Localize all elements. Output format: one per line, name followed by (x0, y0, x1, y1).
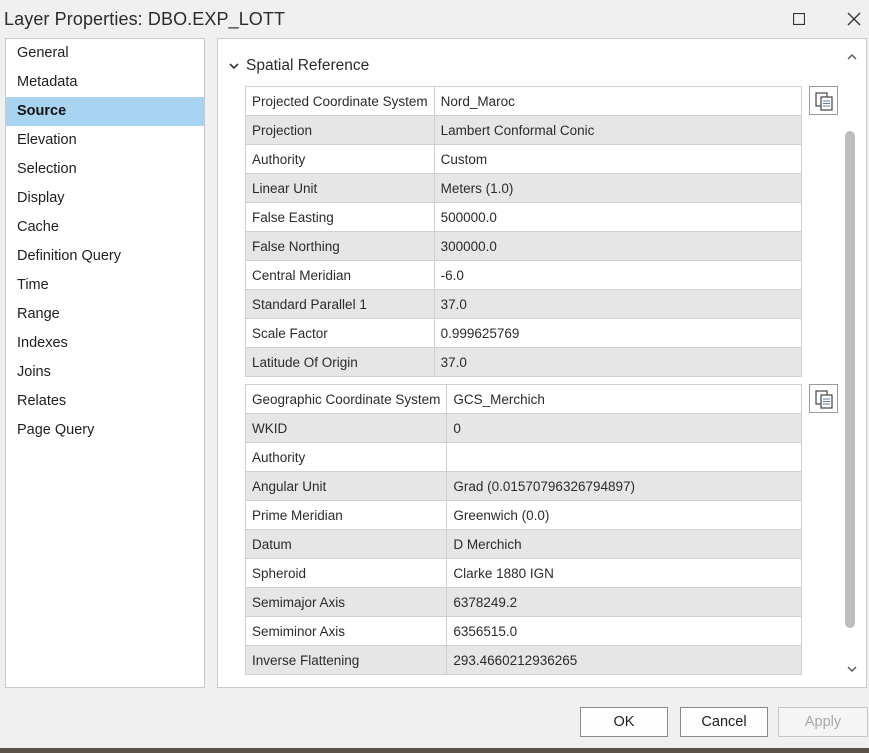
table-row: Inverse Flattening 293.4660212936265 (244, 645, 802, 675)
property-name: Latitude Of Origin (245, 347, 435, 377)
sidebar-item-definition-query[interactable]: Definition Query (6, 242, 204, 271)
property-name: Linear Unit (245, 173, 435, 203)
copy-icon (814, 389, 833, 409)
copy-icon (814, 91, 833, 111)
property-name: Authority (245, 144, 435, 174)
property-value[interactable]: Clarke 1880 IGN (446, 558, 802, 588)
table-row: Semiminor Axis 6356515.0 (244, 616, 802, 646)
property-name: WKID (244, 413, 448, 443)
property-name: Projection (245, 115, 435, 145)
sidebar-item-general[interactable]: General (6, 39, 204, 68)
copy-projected-button[interactable] (809, 86, 838, 115)
sidebar-item-display[interactable]: Display (6, 184, 204, 213)
property-value[interactable]: 0.999625769 (433, 318, 803, 348)
property-value[interactable]: 0 (446, 413, 802, 443)
property-value[interactable]: D Merchich (446, 529, 802, 559)
property-name: Authority (244, 442, 448, 472)
table-row: WKID 0 (244, 413, 802, 443)
sidebar-item-range[interactable]: Range (6, 300, 204, 329)
projected-coordinate-system-table: Projected Coordinate System Nord_Maroc Pr… (245, 86, 803, 377)
window-title: Layer Properties: DBO.EXP_LOTT (4, 9, 286, 29)
table-row: Spheroid Clarke 1880 IGN (244, 558, 802, 588)
source-panel: Spatial Reference Projected Coordinate S… (217, 38, 867, 688)
property-name: Prime Meridian (244, 500, 448, 530)
table-row: Geographic Coordinate System GCS_Merchich (244, 384, 802, 414)
property-value[interactable]: 37.0 (433, 289, 803, 319)
table-row: Angular Unit Grad (0.01570796326794897) (244, 471, 802, 501)
table-row: Projection Lambert Conformal Conic (245, 115, 803, 145)
property-value[interactable]: 6356515.0 (446, 616, 802, 646)
table-row: Authority (244, 442, 802, 472)
property-name: Angular Unit (244, 471, 448, 501)
background-strip (0, 748, 869, 753)
vertical-scrollbar[interactable] (838, 39, 866, 687)
property-value[interactable]: Greenwich (0.0) (446, 500, 802, 530)
table-row: False Northing 300000.0 (245, 231, 803, 261)
sidebar-item-source[interactable]: Source (6, 97, 204, 126)
apply-button[interactable]: Apply (778, 707, 868, 737)
spatial-reference-header[interactable]: Spatial Reference (228, 57, 369, 75)
table-row: Semimajor Axis 6378249.2 (244, 587, 802, 617)
table-row: Projected Coordinate System Nord_Maroc (245, 86, 803, 116)
property-value[interactable]: Lambert Conformal Conic (433, 115, 803, 145)
sidebar-item-selection[interactable]: Selection (6, 155, 204, 184)
close-icon (847, 12, 861, 26)
property-name: Standard Parallel 1 (245, 289, 435, 319)
sidebar-item-joins[interactable]: Joins (6, 358, 204, 387)
property-value[interactable]: 500000.0 (433, 202, 803, 232)
sidebar-item-cache[interactable]: Cache (6, 213, 204, 242)
table-row: Scale Factor 0.999625769 (245, 318, 803, 348)
chevron-down-icon[interactable] (846, 663, 858, 675)
property-name: Inverse Flattening (244, 645, 448, 675)
property-name: Geographic Coordinate System (244, 384, 448, 414)
table-row: Authority Custom (245, 144, 803, 174)
ok-button[interactable]: OK (580, 707, 668, 737)
table-row: Prime Meridian Greenwich (0.0) (244, 500, 802, 530)
copy-geographic-button[interactable] (809, 384, 838, 413)
cancel-button[interactable]: Cancel (680, 707, 768, 737)
table-row: Datum D Merchich (244, 529, 802, 559)
title-bar: Layer Properties: DBO.EXP_LOTT (0, 0, 869, 38)
property-value[interactable]: 300000.0 (433, 231, 803, 261)
section-title: Spatial Reference (246, 57, 370, 74)
sidebar-item-page-query[interactable]: Page Query (6, 416, 204, 445)
sidebar-item-metadata[interactable]: Metadata (6, 68, 204, 97)
property-value[interactable] (446, 442, 802, 472)
chevron-down-icon (229, 63, 239, 70)
property-value[interactable]: Grad (0.01570796326794897) (446, 471, 802, 501)
table-row: False Easting 500000.0 (245, 202, 803, 232)
geographic-coordinate-system-table: Geographic Coordinate System GCS_Merchich… (244, 384, 802, 675)
property-name: Semimajor Axis (244, 587, 448, 617)
table-row: Central Meridian -6.0 (245, 260, 803, 290)
chevron-up-icon[interactable] (846, 51, 858, 63)
maximize-button[interactable] (784, 4, 814, 34)
property-name: False Easting (245, 202, 435, 232)
scrollbar-thumb[interactable] (845, 131, 855, 628)
table-row: Linear Unit Meters (1.0) (245, 173, 803, 203)
sidebar-item-relates[interactable]: Relates (6, 387, 204, 416)
close-button[interactable] (839, 4, 869, 34)
property-name: Projected Coordinate System (245, 86, 435, 116)
maximize-icon (793, 13, 805, 25)
property-name: Spheroid (244, 558, 448, 588)
property-value[interactable]: 293.4660212936265 (446, 645, 802, 675)
property-value[interactable]: 6378249.2 (446, 587, 802, 617)
property-name: Scale Factor (245, 318, 435, 348)
property-name: False Northing (245, 231, 435, 261)
table-row: Standard Parallel 1 37.0 (245, 289, 803, 319)
sidebar-item-indexes[interactable]: Indexes (6, 329, 204, 358)
property-value[interactable]: -6.0 (433, 260, 803, 290)
property-value[interactable]: 37.0 (433, 347, 803, 377)
sidebar-nav: General Metadata Source Elevation Select… (5, 38, 205, 688)
property-name: Datum (244, 529, 448, 559)
property-value[interactable]: GCS_Merchich (446, 384, 802, 414)
property-value[interactable]: Nord_Maroc (433, 86, 803, 116)
property-name: Semiminor Axis (244, 616, 448, 646)
property-value[interactable]: Custom (433, 144, 803, 174)
property-value[interactable]: Meters (1.0) (433, 173, 803, 203)
sidebar-item-time[interactable]: Time (6, 271, 204, 300)
sidebar-item-elevation[interactable]: Elevation (6, 126, 204, 155)
property-name: Central Meridian (245, 260, 435, 290)
table-row: Latitude Of Origin 37.0 (245, 347, 803, 377)
